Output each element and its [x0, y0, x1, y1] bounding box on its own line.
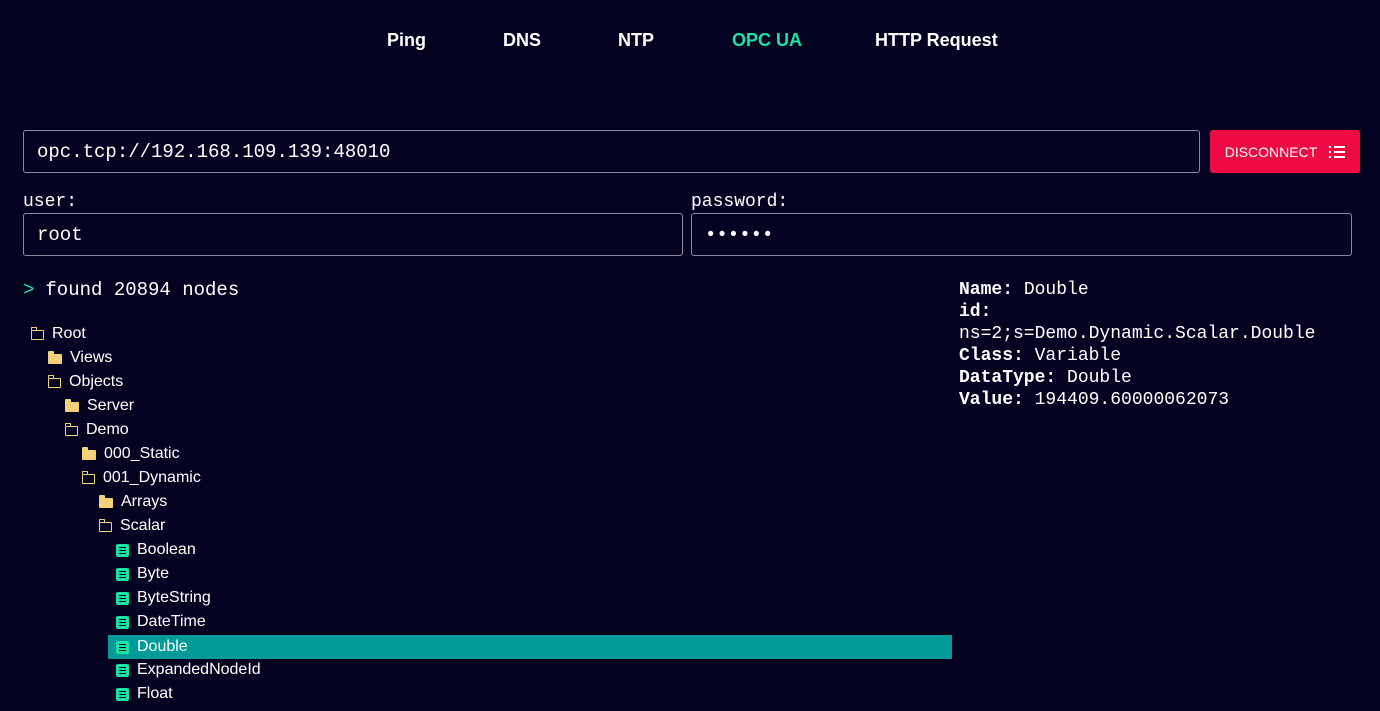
- detail-id-key-row: id:: [959, 301, 1359, 323]
- detail-key: id:: [959, 302, 992, 322]
- tree-node-label: DateTime: [137, 613, 206, 630]
- tree-node-label: Views: [70, 349, 113, 366]
- user-label: user:: [23, 192, 78, 212]
- detail-key: DataType:: [959, 368, 1057, 388]
- tree-node-label: Objects: [69, 373, 124, 390]
- password-label: password:: [691, 192, 789, 212]
- tree-node-datetime[interactable]: DateTime: [116, 610, 206, 634]
- folder-closed-icon: [82, 447, 96, 460]
- tree-node-label: 000_Static: [104, 445, 180, 462]
- detail-value-row: Value: 194409.60000062073: [959, 389, 1359, 411]
- detail-id-value-row: ns=2;s=Demo.Dynamic.Scalar.Double: [959, 323, 1359, 345]
- disconnect-button[interactable]: DISCONNECT: [1210, 130, 1360, 173]
- node-details-panel: Name: Double id: ns=2;s=Demo.Dynamic.Sca…: [959, 279, 1359, 411]
- folder-open-icon: [64, 423, 78, 436]
- tree-node-label: Double: [137, 638, 188, 655]
- variable-doc-icon: [116, 687, 129, 701]
- status-message: found 20894 nodes: [45, 279, 240, 301]
- tree-node-expandednodeid[interactable]: ExpandedNodeId: [116, 658, 261, 682]
- user-value: root: [37, 224, 83, 246]
- prompt-symbol: >: [23, 279, 35, 301]
- folder-closed-icon: [65, 399, 79, 412]
- password-field[interactable]: ••••••: [691, 213, 1352, 256]
- detail-value: 194409.60000062073: [1034, 390, 1230, 410]
- endpoint-url-input[interactable]: opc.tcp://192.168.109.139:48010: [23, 130, 1200, 173]
- folder-open-icon: [30, 327, 44, 340]
- variable-doc-icon: [116, 567, 129, 581]
- tree-node-label: Byte: [137, 565, 170, 582]
- tree-node-scalar[interactable]: Scalar: [98, 514, 166, 538]
- tree-node-label: Root: [52, 325, 86, 342]
- tree-node-demo[interactable]: Demo: [64, 418, 129, 442]
- tree-node-root[interactable]: Root: [30, 322, 86, 346]
- tree-node-double[interactable]: Double: [116, 635, 188, 659]
- variable-doc-icon: [116, 591, 129, 605]
- disconnect-label: DISCONNECT: [1224, 143, 1318, 160]
- tree-node-001-dynamic[interactable]: 001_Dynamic: [81, 466, 201, 490]
- tree-node-label: Server: [87, 397, 135, 414]
- detail-value: Double: [1067, 368, 1132, 388]
- endpoint-url-value: opc.tcp://192.168.109.139:48010: [37, 141, 391, 163]
- tree-node-000-static[interactable]: 000_Static: [82, 442, 180, 466]
- tab-ping[interactable]: Ping: [387, 29, 426, 51]
- tree-node-boolean[interactable]: Boolean: [116, 538, 196, 562]
- list-icon: [1329, 145, 1346, 158]
- variable-doc-icon: [116, 543, 129, 557]
- tree-node-label: Scalar: [120, 517, 166, 534]
- tree-node-label: Float: [137, 685, 173, 702]
- variable-doc-icon: [116, 663, 129, 677]
- tree-node-float[interactable]: Float: [116, 682, 173, 706]
- detail-value: Variable: [1034, 346, 1122, 366]
- tab-http-request[interactable]: HTTP Request: [875, 29, 998, 51]
- detail-key: Class:: [959, 346, 1024, 366]
- folder-open-icon: [47, 375, 61, 388]
- detail-class: Class: Variable: [959, 345, 1359, 367]
- variable-doc-icon: [116, 640, 129, 654]
- tree-node-label: Boolean: [137, 541, 196, 558]
- tab-opc-ua[interactable]: OPC UA: [732, 29, 802, 51]
- tree-node-byte[interactable]: Byte: [116, 562, 169, 586]
- tab-dns[interactable]: DNS: [503, 29, 541, 51]
- tree-node-label: 001_Dynamic: [103, 469, 201, 486]
- tree-node-bytestring[interactable]: ByteString: [116, 586, 211, 610]
- variable-doc-icon: [116, 615, 129, 629]
- detail-key: Value:: [959, 390, 1024, 410]
- tree-node-arrays[interactable]: Arrays: [99, 490, 167, 514]
- folder-closed-icon: [48, 351, 62, 364]
- detail-datatype: DataType: Double: [959, 367, 1359, 389]
- tree-node-server[interactable]: Server: [65, 394, 134, 418]
- tree-node-views[interactable]: Views: [48, 346, 112, 370]
- detail-value: Double: [1023, 280, 1089, 300]
- selected-row-highlight: [108, 635, 952, 659]
- tree-node-label: Arrays: [121, 493, 168, 510]
- tree-node-label: ExpandedNodeId: [137, 661, 261, 678]
- tab-ntp[interactable]: NTP: [618, 29, 654, 51]
- detail-key: Name:: [959, 280, 1014, 300]
- folder-closed-icon: [99, 495, 113, 508]
- folder-open-icon: [98, 519, 112, 532]
- status-line: > found 20894 nodes: [23, 279, 239, 301]
- tree-node-label: Demo: [86, 421, 129, 438]
- tree-node-label: ByteString: [137, 589, 211, 606]
- top-nav: Ping DNS NTP OPC UA HTTP Request: [0, 0, 1380, 80]
- folder-open-icon: [81, 471, 95, 484]
- detail-name: Name: Double: [959, 279, 1359, 301]
- tree-node-objects[interactable]: Objects: [47, 370, 124, 394]
- password-value: ••••••: [705, 224, 774, 246]
- detail-value: ns=2;s=Demo.Dynamic.Scalar.Double: [959, 324, 1316, 344]
- user-field[interactable]: root: [23, 213, 683, 256]
